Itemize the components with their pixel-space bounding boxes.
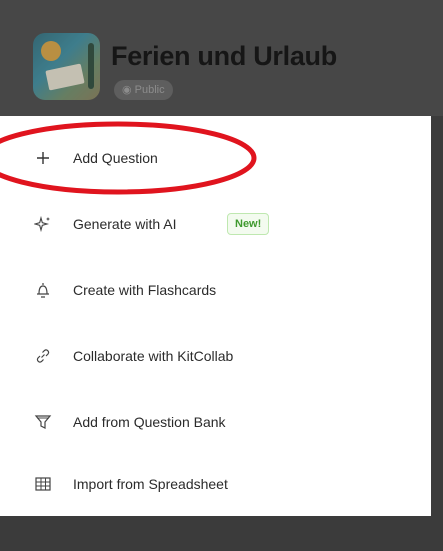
spreadsheet-icon xyxy=(33,474,53,494)
menu-item-label: Collaborate with KitCollab xyxy=(73,348,234,364)
quiz-title: Ferien und Urlaub xyxy=(111,41,337,71)
flashcards-icon xyxy=(33,280,53,300)
dimmed-backdrop xyxy=(0,516,443,551)
new-badge: New! xyxy=(227,213,270,235)
visibility-badge: ◉ Public xyxy=(114,80,173,100)
quiz-thumbnail xyxy=(33,33,100,100)
question-bank-icon xyxy=(33,412,53,432)
globe-icon: ◉ xyxy=(122,84,135,96)
visibility-label: Public xyxy=(134,84,165,96)
plus-icon xyxy=(33,148,53,168)
menu-item-flashcards[interactable]: Create with Flashcards xyxy=(0,260,431,320)
thumbnail-sun xyxy=(41,41,61,61)
menu-item-label: Add from Question Bank xyxy=(73,414,226,430)
menu-item-generate-ai[interactable]: Generate with AI New! xyxy=(0,194,431,254)
menu-item-label: Generate with AI xyxy=(73,216,177,232)
menu-item-label: Create with Flashcards xyxy=(73,282,217,298)
quiz-header: Ferien und Urlaub ◉ Public xyxy=(0,0,443,116)
menu-item-question-bank[interactable]: Add from Question Bank xyxy=(0,392,431,452)
menu-item-spreadsheet[interactable]: Import from Spreadsheet xyxy=(0,454,431,514)
menu-item-label: Add Question xyxy=(73,150,158,166)
add-question-menu: Add Question Generate with AI New! Creat… xyxy=(0,116,431,516)
screen: Ferien und Urlaub ◉ Public Add Question … xyxy=(0,0,443,551)
thumbnail-card xyxy=(45,63,85,91)
link-icon xyxy=(33,346,53,366)
menu-item-add-question[interactable]: Add Question xyxy=(0,128,431,188)
menu-item-label: Import from Spreadsheet xyxy=(73,476,228,492)
menu-item-kitcollab[interactable]: Collaborate with KitCollab xyxy=(0,326,431,386)
thumbnail-palm xyxy=(88,43,94,89)
sparkles-icon xyxy=(33,214,53,234)
